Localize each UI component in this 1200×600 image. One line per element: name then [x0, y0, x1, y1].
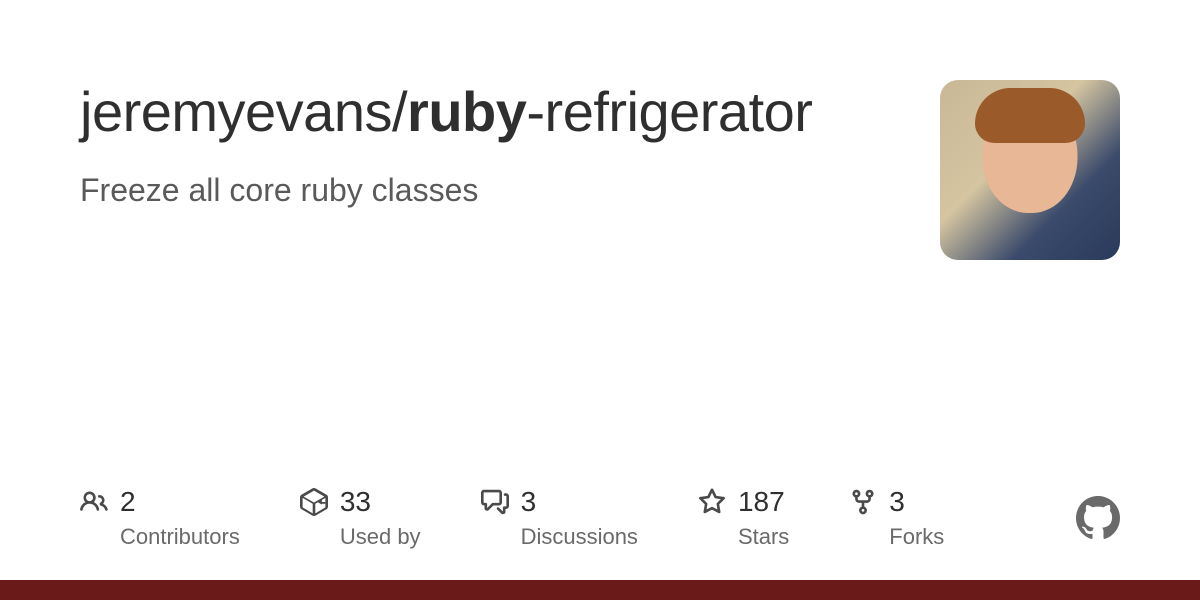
github-logo-icon[interactable] — [1076, 496, 1120, 540]
stat-used-by[interactable]: 33 Used by — [300, 486, 421, 550]
stat-contributors-value: 2 — [120, 486, 136, 518]
stat-discussions-label: Discussions — [521, 524, 638, 550]
repo-owner: jeremyevans — [80, 80, 392, 143]
repo-title[interactable]: jeremyevans/ruby-refrigerator — [80, 80, 900, 144]
star-icon — [698, 488, 726, 516]
stat-forks-value: 3 — [889, 486, 905, 518]
repo-description: Freeze all core ruby classes — [80, 172, 900, 209]
stat-contributors-label: Contributors — [120, 524, 240, 550]
stat-contributors[interactable]: 2 Contributors — [80, 486, 240, 550]
stat-used-by-value: 33 — [340, 486, 371, 518]
package-dependents-icon — [300, 488, 328, 516]
stat-discussions-value: 3 — [521, 486, 537, 518]
stat-used-by-label: Used by — [340, 524, 421, 550]
stat-stars-label: Stars — [738, 524, 789, 550]
stat-stars[interactable]: 187 Stars — [698, 486, 789, 550]
stat-forks[interactable]: 3 Forks — [849, 486, 944, 550]
fork-icon — [849, 488, 877, 516]
repo-separator: / — [392, 80, 407, 143]
discussions-icon — [481, 488, 509, 516]
owner-avatar[interactable] — [940, 80, 1120, 260]
repo-name-bold: ruby — [407, 80, 526, 143]
people-icon — [80, 488, 108, 516]
repo-name-rest: -refrigerator — [526, 80, 812, 143]
stat-forks-label: Forks — [889, 524, 944, 550]
stat-discussions[interactable]: 3 Discussions — [481, 486, 638, 550]
stat-stars-value: 187 — [738, 486, 785, 518]
bottom-accent-bar — [0, 580, 1200, 600]
